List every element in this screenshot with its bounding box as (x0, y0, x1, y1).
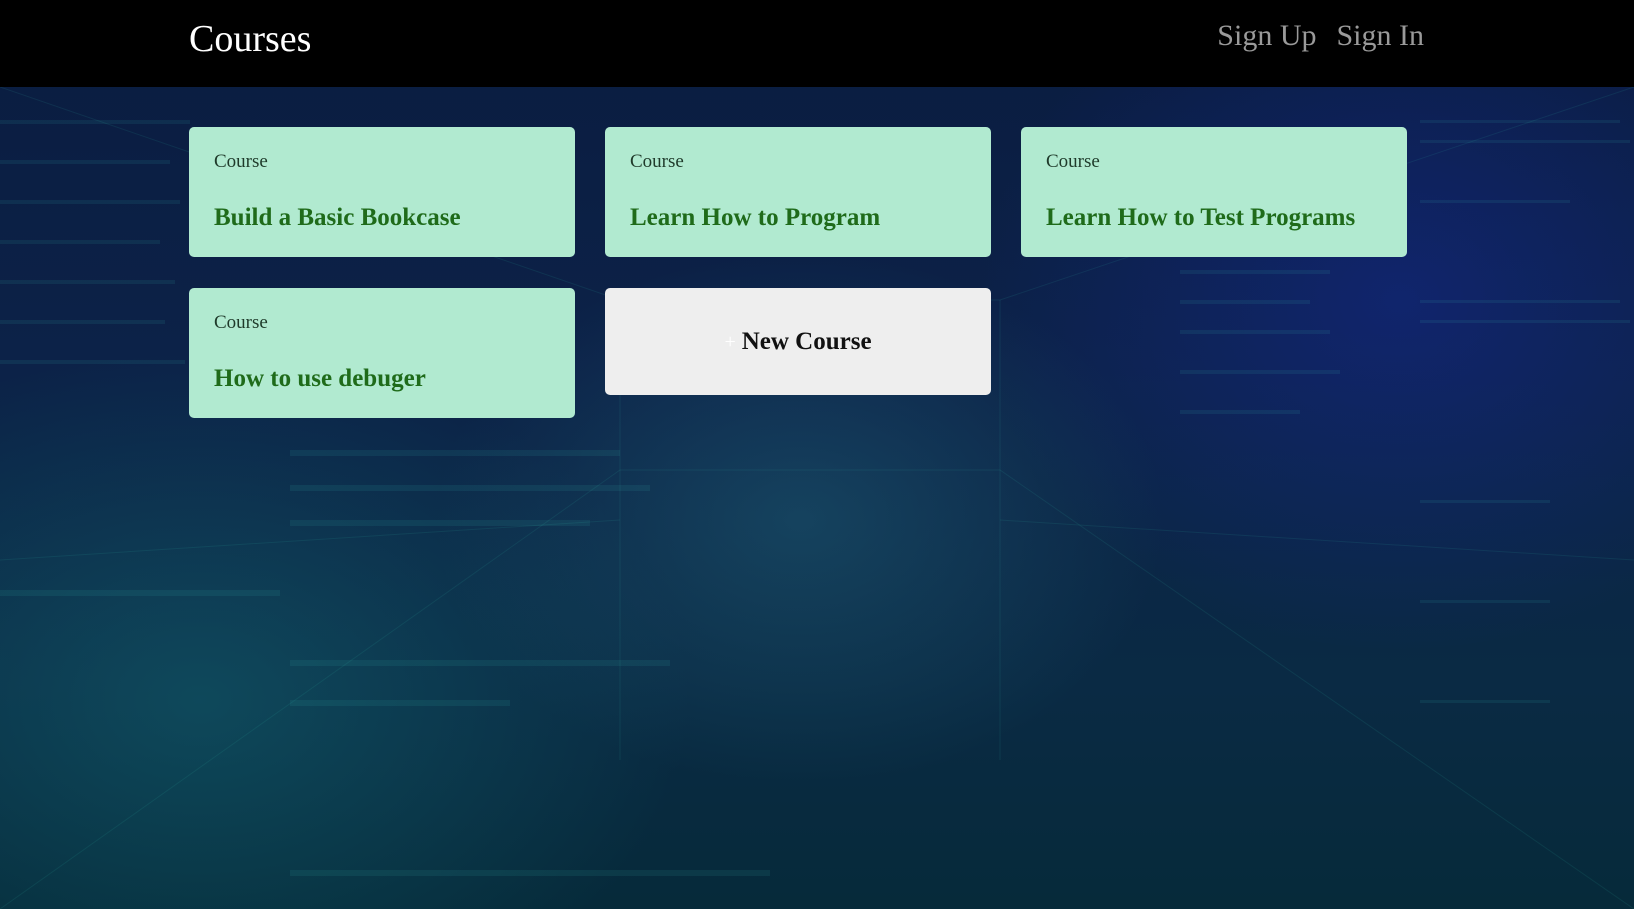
course-card[interactable]: Course How to use debuger (189, 288, 575, 418)
course-title: Learn How to Test Programs (1046, 204, 1356, 231)
course-kicker: Course (214, 312, 268, 333)
course-kicker: Course (214, 151, 268, 172)
new-course-label: New Course (741, 327, 872, 355)
brand-courses-link[interactable]: Courses (189, 16, 311, 62)
course-title: Build a Basic Bookcase (214, 204, 461, 231)
plus-icon: + (724, 330, 736, 353)
course-card[interactable]: Course Build a Basic Bookcase (189, 127, 575, 257)
sign-up-link[interactable]: Sign Up (1217, 16, 1316, 56)
new-course-content: + New Course (724, 328, 871, 356)
course-card[interactable]: Course Learn How to Test Programs (1021, 127, 1407, 257)
new-course-button[interactable]: + New Course (605, 288, 991, 395)
course-title: How to use debuger (214, 365, 426, 392)
course-kicker: Course (1046, 151, 1100, 172)
sign-in-link[interactable]: Sign In (1336, 16, 1424, 56)
course-kicker: Course (630, 151, 684, 172)
top-navbar: Courses Sign Up Sign In (0, 0, 1634, 87)
course-title: Learn How to Program (630, 204, 881, 231)
course-card[interactable]: Course Learn How to Program (605, 127, 991, 257)
auth-links: Sign Up Sign In (1217, 16, 1424, 56)
